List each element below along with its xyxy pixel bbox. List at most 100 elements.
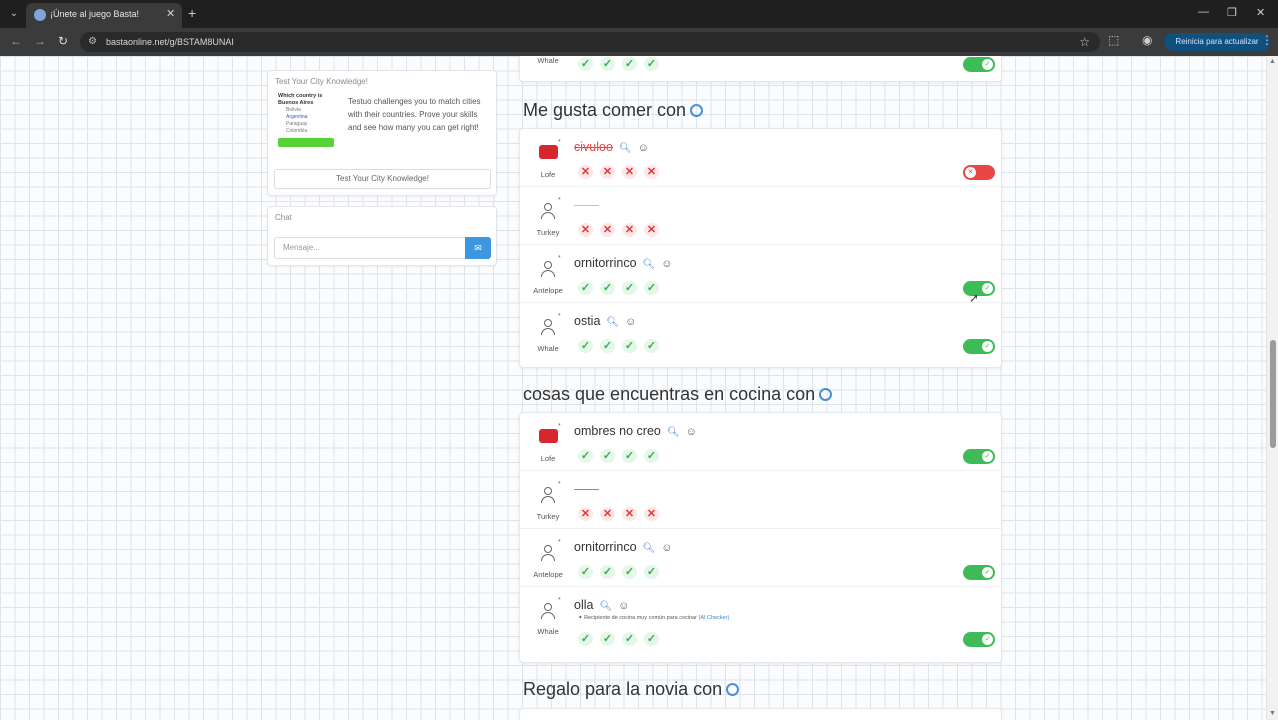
answer-word: civuloo 🔍︎ ☺ <box>574 140 649 154</box>
chat-card: Chat Mensaje... ✉ <box>267 206 497 266</box>
scroll-down-icon[interactable]: ▼ <box>1269 710 1276 717</box>
ad-cta-button[interactable]: Test Your City Knowledge! <box>274 169 491 189</box>
check-icon[interactable]: ✓ <box>644 632 659 646</box>
category-title: Regalo para la novia con <box>523 679 740 700</box>
favicon-icon <box>34 9 46 21</box>
player-name: Turkey <box>536 512 560 521</box>
search-icon[interactable]: 🔍︎ <box>606 317 619 328</box>
answer-row: * Lofe ombres no creo 🔍︎ ☺ ✓ ✓ ✓ ✓ ✓ <box>520 413 1001 471</box>
close-tab-icon[interactable]: ✕ <box>166 7 175 20</box>
profile-icon[interactable]: ◉ <box>1142 33 1152 47</box>
cross-icon[interactable]: ✕ <box>600 165 615 179</box>
accept-toggle[interactable]: ✓ <box>963 632 995 647</box>
check-icon[interactable]: ✓ <box>622 339 637 353</box>
cross-icon[interactable]: ✕ <box>578 223 593 237</box>
scroll-up-icon[interactable]: ▲ <box>1269 58 1276 65</box>
check-icon[interactable]: ✓ <box>578 565 593 579</box>
accept-toggle[interactable]: ✓ <box>963 565 995 580</box>
cross-icon[interactable]: ✕ <box>622 223 637 237</box>
check-icon[interactable]: ✓ <box>644 339 659 353</box>
check-icon[interactable]: ✓ <box>600 281 615 295</box>
bookmark-star-icon[interactable]: ☆ <box>1079 35 1090 49</box>
answer-text: —— <box>574 198 599 212</box>
restore-icon[interactable]: ❐ <box>1227 6 1237 19</box>
cross-icon[interactable]: ✕ <box>622 165 637 179</box>
smiley-icon[interactable]: ☺ <box>625 316 636 328</box>
check-icon: ✓ <box>982 341 993 352</box>
scroll-thumb[interactable] <box>1270 340 1276 448</box>
accept-toggle[interactable]: ✓ <box>963 339 995 354</box>
check-icon[interactable]: ✓ <box>578 57 593 71</box>
search-icon[interactable]: 🔍︎ <box>643 543 656 554</box>
smiley-icon[interactable]: ☺ <box>638 142 649 154</box>
update-button[interactable]: Reinicia para actualizar <box>1164 33 1270 51</box>
cross-icon[interactable]: ✕ <box>600 223 615 237</box>
check-icon[interactable]: ✓ <box>644 57 659 71</box>
answer-text: civuloo <box>574 140 613 154</box>
accept-toggle[interactable]: ✓ <box>963 57 995 72</box>
answer-block <box>519 708 1002 720</box>
cross-icon[interactable]: ✕ <box>578 507 593 521</box>
cross-icon[interactable]: ✕ <box>578 165 593 179</box>
answer-block-previous: Whale ✓ ✓ ✓ ✓ ✓ <box>519 56 1002 82</box>
smiley-icon[interactable]: ☺ <box>661 542 672 554</box>
answer-word: ostia 🔍︎ ☺ <box>574 314 636 328</box>
player-name: Antelope <box>533 286 563 295</box>
check-icon[interactable]: ✓ <box>622 281 637 295</box>
info-circle-icon[interactable] <box>726 683 740 696</box>
check-icon[interactable]: ✓ <box>600 449 615 463</box>
cross-icon[interactable]: ✕ <box>644 507 659 521</box>
check-icon[interactable]: ✓ <box>644 565 659 579</box>
answer-text: ostia <box>574 314 601 328</box>
search-icon[interactable]: 🔍︎ <box>643 259 656 270</box>
search-icon[interactable]: 🔍︎ <box>667 427 680 438</box>
browser-tab[interactable]: ¡Únete al juego Basta! ✕ <box>26 3 182 28</box>
tab-search-icon[interactable]: ⌄ <box>6 6 22 22</box>
check-icon[interactable]: ✓ <box>622 565 637 579</box>
accept-toggle[interactable]: ✕ <box>963 165 995 180</box>
smiley-icon[interactable]: ☺ <box>618 600 629 612</box>
ad-preview-image: Which country is Buenos Aires Bolivia Ar… <box>278 93 340 165</box>
check-icon[interactable]: ✓ <box>578 339 593 353</box>
check-icon[interactable]: ✓ <box>578 632 593 646</box>
check-icon[interactable]: ✓ <box>622 632 637 646</box>
check-icon[interactable]: ✓ <box>644 449 659 463</box>
cross-icon[interactable]: ✕ <box>644 165 659 179</box>
mouse-cursor-icon: ➚ <box>969 291 980 305</box>
check-icon[interactable]: ✓ <box>600 632 615 646</box>
new-tab-icon[interactable]: + <box>188 5 196 21</box>
site-info-icon[interactable]: ⚙ <box>88 36 97 47</box>
window-close-icon[interactable]: ✕ <box>1256 6 1265 19</box>
check-icon[interactable]: ✓ <box>578 449 593 463</box>
cross-icon[interactable]: ✕ <box>644 223 659 237</box>
cross-icon[interactable]: ✕ <box>600 507 615 521</box>
check-icon[interactable]: ✓ <box>578 281 593 295</box>
extensions-icon[interactable]: ⬚ <box>1108 33 1119 47</box>
check-icon[interactable]: ✓ <box>600 339 615 353</box>
search-icon[interactable]: 🔍︎ <box>619 143 632 154</box>
cross-icon[interactable]: ✕ <box>622 507 637 521</box>
smiley-icon[interactable]: ☺ <box>661 258 672 270</box>
menu-icon[interactable]: ⋮ <box>1261 33 1273 47</box>
check-icon[interactable]: ✓ <box>622 449 637 463</box>
check-icon[interactable]: ✓ <box>600 565 615 579</box>
check-icon[interactable]: ✓ <box>622 57 637 71</box>
answer-text: ornitorrinco <box>574 256 637 270</box>
back-icon[interactable]: ← <box>10 34 22 48</box>
address-bar[interactable]: ⚙ bastaonline.net/g/BSTAM8UNAI ☆ <box>80 32 1100 52</box>
info-circle-icon[interactable] <box>819 388 833 401</box>
minimize-icon[interactable]: — <box>1198 6 1209 18</box>
search-icon[interactable]: 🔍︎ <box>599 601 612 612</box>
accept-toggle[interactable]: ✓ <box>963 449 995 464</box>
smiley-icon[interactable]: ☺ <box>686 426 697 438</box>
send-message-button[interactable]: ✉ <box>465 237 491 259</box>
vote-marks: ✓ ✓ ✓ ✓ <box>578 565 659 579</box>
forward-icon[interactable]: → <box>34 34 46 48</box>
reload-icon[interactable]: ↻ <box>58 34 68 48</box>
check-icon[interactable]: ✓ <box>644 281 659 295</box>
answer-word: —— <box>574 198 599 212</box>
check-icon[interactable]: ✓ <box>600 57 615 71</box>
page-scrollbar[interactable]: ▲ ▼ <box>1266 56 1278 720</box>
info-circle-icon[interactable] <box>690 104 704 117</box>
chat-message-input[interactable]: Mensaje... <box>274 237 466 259</box>
